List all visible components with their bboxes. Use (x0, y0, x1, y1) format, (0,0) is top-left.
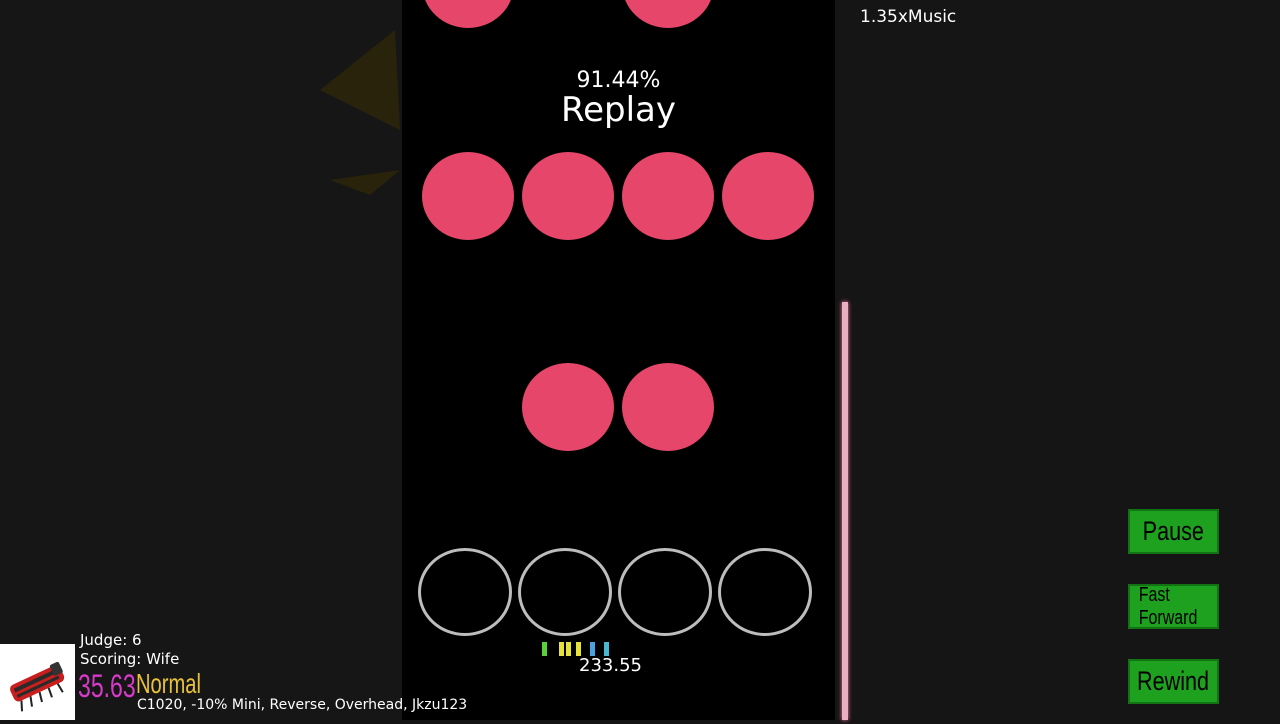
judgment-tick (590, 642, 595, 656)
receptor-lane-3 (618, 548, 712, 636)
playfield: 91.44% Replay 233.55 (402, 0, 835, 720)
receptor-lane-1 (418, 548, 512, 636)
note (522, 152, 614, 240)
background-art-icon (320, 30, 400, 195)
fast-forward-button[interactable]: Fast Forward (1128, 584, 1219, 629)
receptor-lane-2 (518, 548, 612, 636)
difficulty: Normal (136, 668, 226, 700)
note (622, 0, 714, 28)
judgment-tick (542, 642, 547, 656)
judgment-tick (604, 642, 609, 656)
judgment-tick (576, 642, 581, 656)
note (722, 152, 814, 240)
song-progress-bar (842, 302, 848, 720)
note (422, 0, 514, 28)
pause-button-label: Pause (1142, 516, 1205, 546)
note (422, 152, 514, 240)
scoring-label: Scoring: Wife (80, 650, 180, 668)
judgment-tick (559, 642, 564, 656)
note (622, 152, 714, 240)
judge-label: Judge: 6 (80, 631, 142, 649)
difficulty-value: Normal (136, 668, 201, 699)
fast-forward-button-label: Fast Forward (1138, 583, 1198, 629)
replay-label: Replay (561, 90, 676, 130)
note (522, 363, 614, 451)
rewind-button-label: Rewind (1137, 666, 1210, 696)
receptor-lane-4 (718, 548, 812, 636)
current-score: 233.55 (579, 655, 642, 676)
pause-button[interactable]: Pause (1128, 509, 1219, 554)
mods-list: C1020, -10% Mini, Reverse, Overhead, Jkz… (137, 697, 468, 713)
rewind-button[interactable]: Rewind (1128, 659, 1219, 704)
bug-robot-icon (10, 661, 65, 712)
msd-value: 35.63 (78, 668, 136, 704)
avatar (0, 644, 75, 720)
judgment-tick (566, 642, 571, 656)
rate-label: 1.35xMusic (860, 7, 957, 27)
note (622, 363, 714, 451)
background-left (0, 0, 402, 720)
